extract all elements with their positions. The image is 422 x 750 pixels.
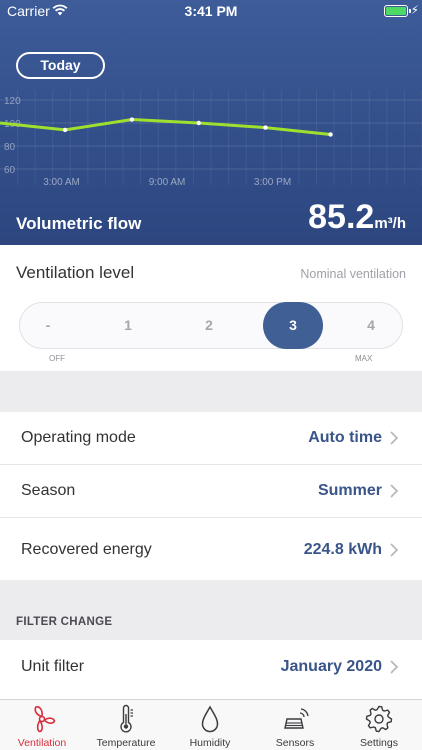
row-label: Unit filter [21,658,85,675]
ventilation-level-selector[interactable]: -1234 [19,302,403,349]
flow-data-point [328,132,333,137]
flow-data-point [129,117,135,122]
chevron-right-icon [390,431,399,445]
tab-label: Temperature [96,737,156,749]
chevron-right-icon [390,543,399,557]
ventilation-level-3[interactable]: 3 [263,302,323,349]
x-tick-label: 3:00 AM [43,177,80,188]
flow-data-point [263,125,268,130]
flow-unit: m³/h [374,215,406,232]
y-tick-label: 60 [4,165,16,176]
row-value: Summer [317,482,382,499]
gear-icon [365,705,393,733]
tab-settings[interactable]: Settings [337,700,421,750]
status-bar: Carrier 3:41 PM ⚡ [0,0,422,22]
status-time: 3:41 PM [184,3,238,19]
sensor-icon [284,708,309,729]
tab-temperature[interactable]: Temperature [84,700,168,750]
row-label: Recovered energy [21,541,152,558]
ventilation-level-off[interactable]: - [18,303,78,348]
y-tick-label: 120 [4,96,21,107]
tab-label: Settings [360,737,398,749]
ventilation-mode: Nominal ventilation [300,267,406,281]
ventilation-title: Ventilation level [16,263,135,282]
row-value: Auto time [308,429,382,446]
row-value: January 2020 [280,658,382,675]
ventilation-level-4[interactable]: 4 [341,303,401,348]
flow-data-point [62,127,68,133]
ventilation-level-2[interactable]: 2 [179,303,239,348]
flow-value: 85.2m³/h [308,198,406,237]
row-label: Season [21,482,76,499]
settings-list: Operating mode Auto time Season Summer R… [0,412,422,580]
charging-icon: ⚡ [410,3,419,17]
flow-label: Volumetric flow [16,214,142,233]
season-row[interactable]: Season Summer [0,465,422,518]
fan-icon [34,706,56,733]
ventilation-card: Ventilation level Nominal ventilation -1… [0,245,422,371]
x-tick-label: 3:00 PM [254,177,291,188]
tab-label: Humidity [189,737,231,749]
tab-humidity[interactable]: Humidity [168,700,252,750]
thermometer-icon [120,704,133,733]
max-caption: MAX [355,354,373,363]
tab-label: Ventilation [17,737,67,749]
tab-label: Sensors [275,737,315,749]
tab-ventilation[interactable]: Ventilation [0,700,84,750]
y-tick-label: 80 [4,142,16,153]
chevron-right-icon [390,484,399,498]
flow-header: Carrier 3:41 PM ⚡ Today 120 100 80 60 3:00 A… [0,0,422,245]
x-tick-label: 9:00 AM [149,177,186,188]
row-value: 224.8 kWh [303,541,382,558]
ventilation-level-1[interactable]: 1 [98,303,158,348]
droplet-icon [201,705,219,733]
period-button[interactable]: Today [16,52,105,79]
flow-number: 85.2 [308,198,375,236]
tab-bar: Ventilation Temperature Humidity Sensors [0,699,422,750]
flow-data-point [196,120,201,126]
unit-filter-row[interactable]: Unit filter January 2020 [0,640,422,699]
tab-sensors[interactable]: Sensors [253,700,337,750]
recovered-energy-row[interactable]: Recovered energy 224.8 kWh [0,518,422,580]
chevron-right-icon [390,660,399,674]
off-caption: OFF [49,354,65,363]
filter-section-header: FILTER CHANGE [16,616,113,628]
operating-mode-row[interactable]: Operating mode Auto time [0,412,422,465]
row-label: Operating mode [21,429,136,446]
flow-chart: 12010080603:00 AM 9:00 AM 3:00 PM [0,90,422,188]
battery-icon [384,5,408,17]
filter-list: Unit filter January 2020 [0,640,422,699]
